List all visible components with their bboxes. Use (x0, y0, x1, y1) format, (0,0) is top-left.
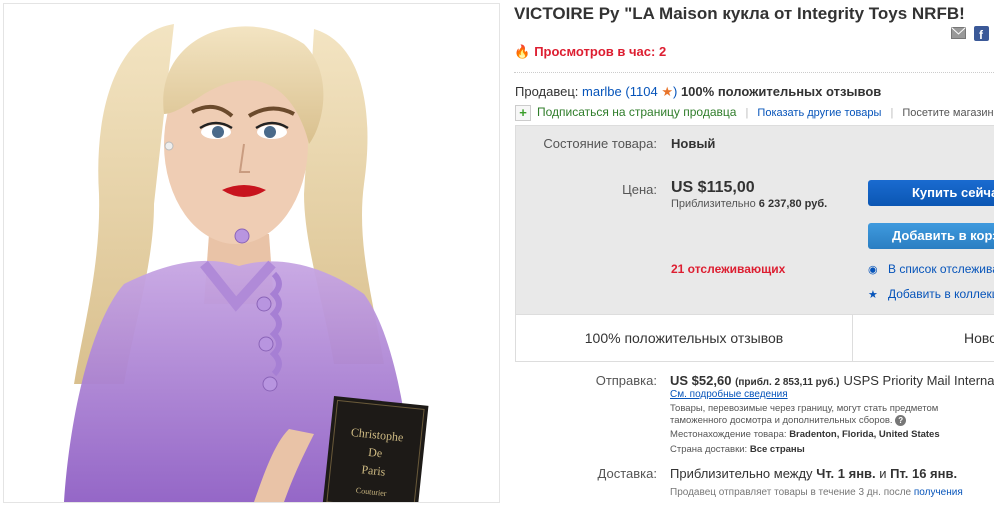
svg-text:Paris: Paris (361, 462, 387, 478)
ship-to: Страна доставки: Все страны (670, 444, 805, 455)
fire-icon: 🔥 (514, 44, 531, 59)
watchlist-link[interactable]: ◉В список отслеживаемых (868, 262, 994, 276)
price-value: US $115,00 (671, 179, 755, 196)
delivery-estimate: Приблизительно между Чт. 1 янв. и Пт. 16… (670, 466, 958, 481)
handling-link[interactable]: получения (914, 487, 963, 498)
facebook-icon[interactable]: f (974, 26, 989, 46)
eye-icon: ◉ (868, 264, 878, 276)
seller-name-link[interactable]: marlbe (582, 84, 622, 99)
price-label: Цена: (622, 182, 657, 197)
promo-bar: 100% положительных отзывов Новое (516, 314, 994, 361)
shipping-price: US $52,60 (прибл. 2 853,11 руб.) USPS Pri… (670, 373, 994, 388)
promo-new: Новое (964, 330, 994, 346)
delivery-label: Доставка: (597, 466, 657, 481)
star-icon: ★ (868, 289, 878, 301)
handling-note: Продавец отправляет товары в течение 3 д… (670, 487, 963, 498)
email-icon[interactable] (951, 26, 966, 45)
subscribe-link[interactable]: Подписаться на страницу продавца (537, 105, 736, 119)
divider (514, 72, 994, 73)
product-image[interactable]: Christophe De Paris Couturier (3, 3, 500, 503)
plus-icon[interactable]: + (515, 105, 531, 122)
add-to-cart-button[interactable]: Добавить в корзину (868, 223, 994, 249)
item-location: Местонахождение товара: Bradenton, Flori… (670, 429, 940, 440)
shipping-label: Отправка: (595, 373, 657, 388)
product-title: VICTOIRE Ру "LA Maison кукла от Integrit… (514, 4, 965, 23)
svg-text:De: De (368, 445, 383, 460)
customs-note: Товары, перевозимые через границу, могут… (670, 403, 939, 426)
seller-feedback: 100% положительных отзывов (680, 84, 882, 99)
seller-actions: + Подписаться на страницу продавца | Пока… (515, 105, 994, 122)
views-per-hour: 🔥 Просмотров в час: 2 (514, 44, 667, 59)
help-icon[interactable]: ? (895, 415, 907, 426)
doll-illustration: Christophe De Paris Couturier (64, 24, 429, 502)
other-items-link[interactable]: Показать другие товары (757, 107, 881, 119)
watchers-count: 21 отслеживающих (671, 262, 786, 276)
seller-score[interactable]: 1104 (630, 84, 658, 99)
shipping-details-link[interactable]: См. подробные сведения (670, 389, 788, 400)
visit-store-label: Посетите магазин: (902, 107, 994, 119)
buy-now-button[interactable]: Купить сейчас (868, 180, 994, 206)
condition-value: Новый (671, 136, 716, 151)
seller-info: Продавец: marlbe (1104 ★) 100% положител… (515, 84, 882, 99)
star-icon: ★ (661, 84, 673, 99)
add-collection-link[interactable]: ★Добавить в коллекцию (868, 287, 994, 301)
promo-feedback: 100% положительных отзывов (516, 315, 853, 361)
price-approx: Приблизительно 6 237,80 руб. (671, 198, 828, 210)
condition-label: Состояние товара: (543, 136, 657, 151)
purchase-panel: Состояние товара: Новый Цена: US $115,00… (515, 125, 994, 362)
